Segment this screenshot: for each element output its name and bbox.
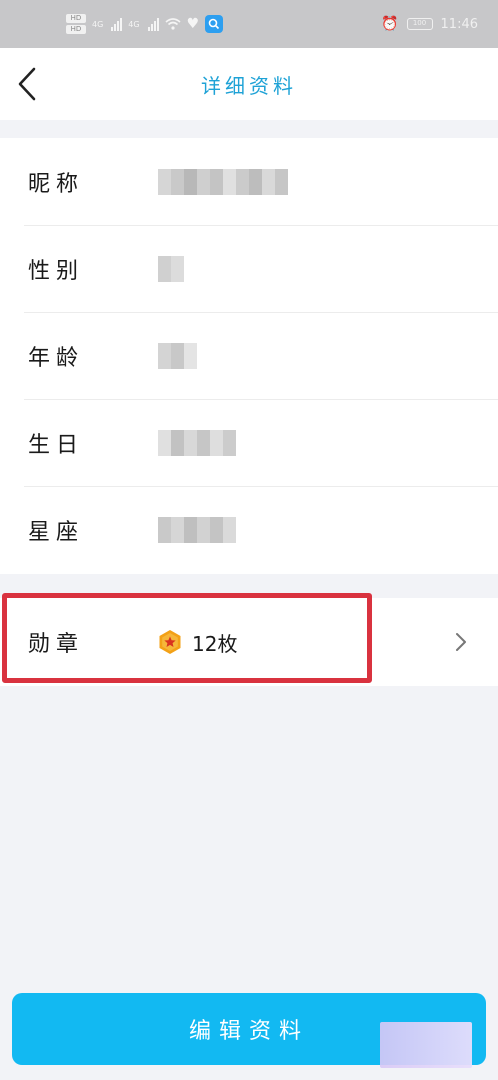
- battery-icon: 100: [406, 18, 433, 30]
- page-title: 详细资料: [201, 73, 297, 98]
- search-app-icon: [205, 15, 224, 33]
- badges-label: 勋章: [28, 632, 85, 657]
- chevron-left-icon: [18, 67, 36, 101]
- status-bar-right: ⏰ 100 11:46: [381, 16, 478, 32]
- badges-row[interactable]: 勋章 12枚: [0, 598, 498, 686]
- field-label: 星座: [28, 519, 85, 545]
- heart-icon: ♥: [186, 16, 200, 32]
- network-label: 4G: [92, 19, 104, 29]
- profile-info-card: 昵称 性别 年龄 生日 星座: [0, 138, 498, 574]
- hd-badge: HD: [66, 14, 86, 23]
- field-label: 年龄: [28, 345, 85, 371]
- hd-badges: HD HD: [66, 14, 86, 34]
- clock: 11:46: [440, 16, 478, 32]
- wifi-icon: [165, 18, 181, 30]
- profile-row-age[interactable]: 年龄: [0, 312, 498, 399]
- field-label: 生日: [28, 432, 85, 458]
- status-bar: HD HD 4G 4G ♥ ⏰ 100 11:46: [0, 0, 498, 48]
- badges-value: 12枚: [158, 628, 237, 657]
- signal-icon: [111, 17, 123, 31]
- profile-row-nickname[interactable]: 昵称: [0, 138, 498, 225]
- profile-row-constellation[interactable]: 星座: [0, 486, 498, 573]
- profile-row-gender[interactable]: 性别: [0, 225, 498, 312]
- nav-header: 详细资料: [0, 48, 498, 120]
- redacted-value: [158, 255, 184, 282]
- signal-icon: [147, 17, 159, 31]
- hd-badge: HD: [66, 25, 86, 34]
- redacted-value: [158, 516, 236, 543]
- watermark-blur: [380, 1022, 472, 1068]
- medal-star-icon: [159, 630, 181, 654]
- badge-count: 12枚: [192, 631, 238, 656]
- profile-row-birthday[interactable]: 生日: [0, 399, 498, 486]
- network-label: 4G: [128, 19, 140, 29]
- field-label: 性别: [28, 258, 85, 284]
- back-button[interactable]: [12, 66, 42, 102]
- redacted-value: [158, 342, 197, 369]
- status-bar-left: HD HD 4G 4G ♥: [66, 14, 224, 34]
- chevron-right-icon: [456, 633, 466, 651]
- redacted-value: [158, 168, 288, 195]
- alarm-icon: ⏰: [381, 16, 399, 32]
- redacted-value: [158, 429, 236, 456]
- field-label: 昵称: [28, 171, 85, 197]
